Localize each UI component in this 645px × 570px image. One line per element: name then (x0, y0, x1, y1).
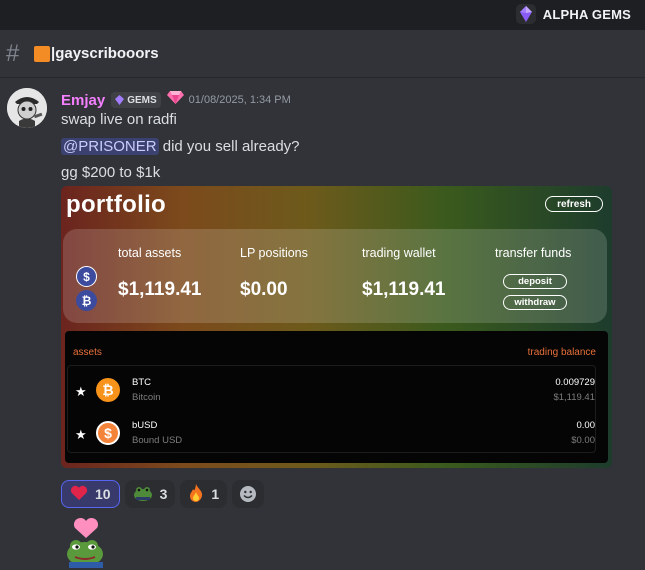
asset-list: ★ ₿ BTC Bitcoin 0.009729 $1,119.41 ★ $ b… (67, 365, 596, 453)
message-line: swap live on radfi (61, 111, 177, 128)
avatar[interactable] (7, 88, 47, 128)
username[interactable]: Emjay (61, 92, 105, 109)
message-text: did you sell already? (162, 138, 300, 155)
trading-wallet-label: trading wallet (362, 246, 436, 260)
portfolio-embed: portfolio refresh $ ₿ total assets $1,11… (61, 186, 612, 468)
embed-title: portfolio (66, 191, 167, 218)
star-icon[interactable]: ★ (75, 384, 87, 400)
asset-name: Bitcoin (132, 392, 161, 403)
trading-wallet-value: $1,119.41 (362, 279, 446, 300)
server-badge[interactable]: ALPHA GEMS (515, 4, 631, 24)
reaction-count: 10 (95, 486, 111, 502)
message-timestamp: 01/08/2025, 1:34 PM (188, 94, 291, 106)
asset-amount: 0.00 (576, 420, 596, 431)
server-name: ALPHA GEMS (542, 6, 631, 22)
channel-name[interactable]: |gayscribooors (51, 45, 159, 62)
trading-balance-header: trading balance (527, 347, 596, 358)
gem-tag-icon (115, 95, 125, 105)
portfolio-summary: $ ₿ total assets $1,119.41 LP positions … (63, 229, 607, 323)
reaction-count: 3 (159, 486, 168, 502)
bitcoin-icon: ₿ (76, 290, 97, 311)
frog-icon (133, 484, 153, 505)
transfer-funds-label: transfer funds (495, 246, 572, 260)
guild-tag-label: GEMS (127, 94, 157, 106)
dollar-coin-icon: $ (76, 266, 97, 287)
dollar-coin-icon: $ (96, 421, 120, 445)
asset-symbol: BTC (132, 377, 151, 388)
asset-name: Bound USD (132, 435, 183, 446)
asset-row-busd[interactable]: ★ $ bUSD Bound USD 0.00 $0.00 (68, 416, 597, 456)
reactions-bar: 10 3 1 (61, 480, 265, 508)
total-assets-label: total assets (118, 246, 182, 260)
add-reaction-button[interactable] (232, 480, 265, 508)
withdraw-button[interactable]: withdraw (503, 295, 567, 310)
hash-icon: # (6, 39, 20, 67)
message-header: Emjay GEMS 01/08/2025, 1:34 PM (61, 90, 291, 110)
refresh-button[interactable]: refresh (545, 196, 603, 212)
deposit-button[interactable]: deposit (503, 274, 567, 289)
bitcoin-icon: ₿ (96, 378, 120, 402)
asset-usd-value: $0.00 (571, 435, 595, 446)
reaction-count: 1 (211, 486, 220, 502)
heart-icon (70, 485, 88, 504)
message-line: @PRISONER did you sell already? (61, 138, 300, 155)
total-assets-value: $1,119.41 (118, 279, 202, 300)
top-bar: ALPHA GEMS (0, 0, 645, 30)
message-line: gg $200 to $1k (61, 164, 161, 181)
reaction-fire[interactable]: 1 (180, 480, 228, 508)
channel-header: # |gayscribooors (0, 30, 645, 78)
assets-header: assets (73, 347, 102, 358)
asset-amount: 0.009729 (555, 377, 595, 388)
pink-gem-icon (166, 91, 184, 109)
reaction-frog[interactable]: 3 (124, 480, 176, 508)
asset-usd-value: $1,119.41 (553, 392, 595, 403)
pepe-heart-sticker[interactable] (61, 516, 111, 568)
asset-symbol: bUSD (132, 420, 158, 431)
asset-row-btc[interactable]: ★ ₿ BTC Bitcoin 0.009729 $1,119.41 (68, 373, 597, 413)
star-icon[interactable]: ★ (75, 427, 87, 443)
reaction-heart[interactable]: 10 (61, 480, 120, 508)
guild-tag[interactable]: GEMS (111, 92, 161, 108)
orange-square-icon (34, 45, 50, 62)
purple-gem-icon (515, 4, 536, 24)
lp-positions-value: $0.00 (240, 279, 288, 300)
lp-positions-label: LP positions (240, 246, 308, 260)
assets-panel: assets trading balance ★ ₿ BTC Bitcoin 0… (65, 331, 608, 463)
user-mention[interactable]: @PRISONER (61, 138, 159, 155)
smiley-icon (240, 486, 257, 502)
fire-icon (188, 483, 204, 505)
